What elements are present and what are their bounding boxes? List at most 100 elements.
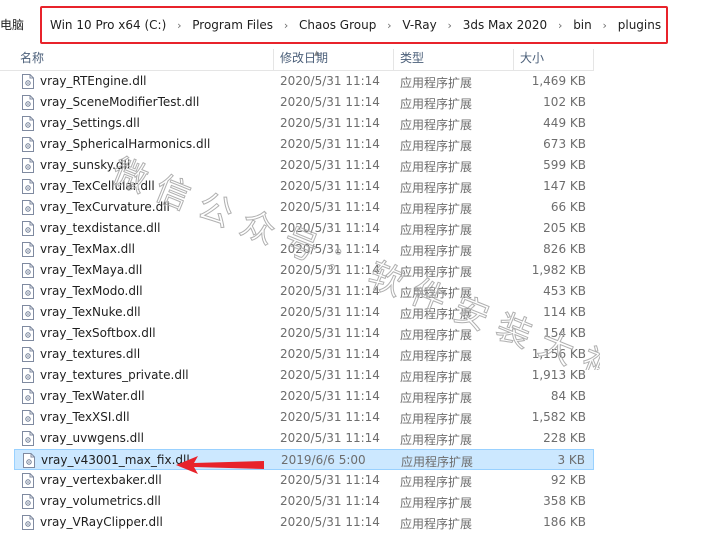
file-row[interactable]: vray_TexXSI.dll 2020/5/31 11:14 应用程序扩展 1,58…: [14, 407, 594, 428]
file-row[interactable]: vray_TexSoftbox.dll 2020/5/31 11:14 应用程序扩展…: [14, 323, 594, 344]
file-row[interactable]: vray_sunsky.dll 2020/5/31 11:14 应用程序扩展 599 …: [14, 155, 594, 176]
file-date: 2020/5/31 11:14: [280, 305, 380, 319]
dll-file-icon: [22, 431, 34, 446]
file-size: 1,913 KB: [531, 368, 586, 382]
file-type: 应用程序扩展: [400, 517, 473, 531]
file-row-selected[interactable]: vray_v43001_max_fix.dll 2019/6/6 5:00 应用程序…: [14, 449, 594, 470]
file-row[interactable]: vray_SceneModifierTest.dll 2020/5/31 11:1…: [14, 92, 594, 113]
file-size: 599 KB: [543, 158, 586, 172]
file-date: 2020/5/31 11:14: [280, 347, 380, 361]
file-row[interactable]: vray_TexMaya.dll 2020/5/31 11:14 应用程序扩展 1,9…: [14, 260, 594, 281]
file-date: 2020/5/31 11:14: [280, 74, 380, 88]
file-row[interactable]: vray_TexCellular.dll 2020/5/31 11:14 应用程序扩…: [14, 176, 594, 197]
file-row[interactable]: vray_TexWater.dll 2020/5/31 11:14 应用程序扩展 84…: [14, 386, 594, 407]
file-type: 应用程序扩展: [400, 139, 473, 153]
dll-file-icon: [22, 95, 34, 110]
file-row[interactable]: vray_uvwgens.dll 2020/5/31 11:14 应用程序扩展 228…: [14, 428, 594, 449]
file-type: 应用程序扩展: [400, 349, 473, 363]
dll-file-icon: [22, 200, 34, 215]
file-size: 66 KB: [550, 200, 586, 214]
file-type: 应用程序扩展: [400, 76, 473, 90]
file-row[interactable]: vray_TexModo.dll 2020/5/31 11:14 应用程序扩展 453…: [14, 281, 594, 302]
file-date: 2020/5/31 11:14: [280, 494, 380, 508]
file-date: 2020/5/31 11:14: [280, 221, 380, 235]
column-header-size[interactable]: 大小: [514, 49, 594, 71]
column-header-name[interactable]: 名称: [14, 49, 274, 71]
file-type: 应用程序扩展: [401, 455, 474, 469]
dll-file-icon: [22, 137, 34, 152]
file-date: 2020/5/31 11:14: [280, 200, 380, 214]
file-size: 84 KB: [550, 389, 586, 403]
file-row[interactable]: vray_VRayClipper.dll 2020/5/31 11:14 应用程序扩…: [14, 512, 594, 533]
file-date: 2020/5/31 11:14: [280, 116, 380, 130]
file-name: vray_TexMaya.dll: [40, 263, 143, 277]
dll-file-icon: [22, 368, 34, 383]
file-name: vray_sunsky.dll: [40, 158, 131, 172]
file-size: 186 KB: [543, 515, 586, 529]
file-row[interactable]: vray_SphericalHarmonics.dll 2020/5/31 11:…: [14, 134, 594, 155]
file-size: 92 KB: [550, 473, 586, 487]
file-row[interactable]: vray_texdistance.dll 2020/5/31 11:14 应用程序扩…: [14, 218, 594, 239]
file-date: 2020/5/31 11:14: [280, 515, 380, 529]
file-row[interactable]: vray_TexMax.dll 2020/5/31 11:14 应用程序扩展 826 …: [14, 239, 594, 260]
file-type: 应用程序扩展: [400, 118, 473, 132]
file-size: 673 KB: [543, 137, 586, 151]
file-size: 453 KB: [543, 284, 586, 298]
file-type: 应用程序扩展: [400, 391, 473, 405]
file-size: 1,582 KB: [531, 410, 586, 424]
dll-file-icon: [22, 494, 34, 509]
dll-file-icon: [22, 284, 34, 299]
file-size: 154 KB: [543, 326, 586, 340]
file-row[interactable]: vray_TexNuke.dll 2020/5/31 11:14 应用程序扩展 114…: [14, 302, 594, 323]
file-name: vray_TexMax.dll: [40, 242, 135, 256]
file-row[interactable]: vray_TexCurvature.dll 2020/5/31 11:14 应用程序…: [14, 197, 594, 218]
file-name: vray_TexSoftbox.dll: [40, 326, 156, 340]
file-name: vray_VRayClipper.dll: [40, 515, 163, 529]
dll-file-icon: [22, 74, 34, 89]
file-date: 2020/5/31 11:14: [280, 284, 380, 298]
file-name: vray_SphericalHarmonics.dll: [40, 137, 211, 151]
file-size: 3 KB: [557, 453, 585, 467]
dll-file-icon: [22, 263, 34, 278]
red-arrow-annotation: [176, 456, 264, 474]
file-row[interactable]: vray_Settings.dll 2020/5/31 11:14 应用程序扩展 44…: [14, 113, 594, 134]
file-row[interactable]: vray_RTEngine.dll 2020/5/31 11:14 应用程序扩展 1,…: [14, 71, 594, 92]
column-header-date[interactable]: 修改日期: [274, 49, 394, 71]
dll-file-icon: [22, 326, 34, 341]
file-name: vray_TexNuke.dll: [40, 305, 141, 319]
dll-file-icon: [22, 242, 34, 257]
address-bar[interactable]: 电脑 Win 10 Pro x64 (C:) › Program Files › Cha…: [0, 0, 701, 49]
file-type: 应用程序扩展: [400, 181, 473, 195]
file-size: 826 KB: [543, 242, 586, 256]
file-name: vray_uvwgens.dll: [40, 431, 144, 445]
file-type: 应用程序扩展: [400, 496, 473, 510]
file-size: 1,469 KB: [531, 74, 586, 88]
file-date: 2020/5/31 11:14: [280, 158, 380, 172]
file-date: 2020/5/31 11:14: [280, 368, 380, 382]
file-type: 应用程序扩展: [400, 202, 473, 216]
file-date: 2020/5/31 11:14: [280, 473, 380, 487]
file-type: 应用程序扩展: [400, 265, 473, 279]
file-type: 应用程序扩展: [400, 433, 473, 447]
file-date: 2020/5/31 11:14: [280, 326, 380, 340]
breadcrumb-root[interactable]: 电脑: [0, 16, 24, 33]
file-name: vray_texdistance.dll: [40, 221, 161, 235]
column-header-type[interactable]: 类型: [394, 49, 514, 71]
dll-file-icon: [22, 389, 34, 404]
file-size: 114 KB: [543, 305, 586, 319]
file-date: 2020/5/31 11:14: [280, 389, 380, 403]
red-highlight-box: [40, 6, 668, 44]
file-name: vray_textures_private.dll: [40, 368, 189, 382]
file-name: vray_volumetrics.dll: [40, 494, 161, 508]
file-name: vray_v43001_max_fix.dll: [41, 453, 190, 467]
file-row[interactable]: vray_textures_private.dll 2020/5/31 11:14…: [14, 365, 594, 386]
file-type: 应用程序扩展: [400, 286, 473, 300]
dll-file-icon: [22, 116, 34, 131]
file-size: 205 KB: [543, 221, 586, 235]
column-header-bar: ▲ 名称 修改日期 类型 大小: [0, 49, 594, 71]
file-date: 2020/5/31 11:14: [280, 410, 380, 424]
file-name: vray_TexModo.dll: [40, 284, 143, 298]
file-row[interactable]: vray_textures.dll 2020/5/31 11:14 应用程序扩展 1,…: [14, 344, 594, 365]
file-row[interactable]: vray_volumetrics.dll 2020/5/31 11:14 应用程序扩…: [14, 491, 594, 512]
file-row[interactable]: vray_vertexbaker.dll 2020/5/31 11:14 应用程序扩…: [14, 470, 594, 491]
